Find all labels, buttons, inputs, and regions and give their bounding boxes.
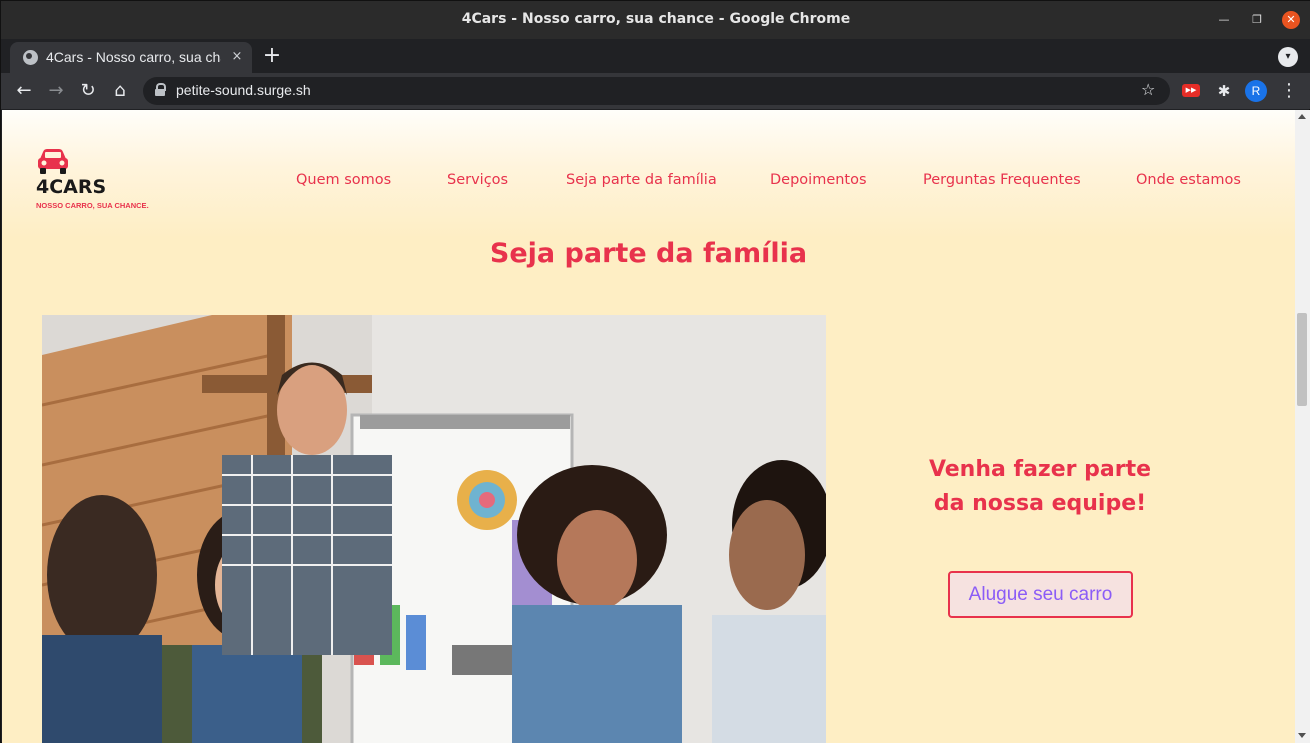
cta-heading-line1: Venha fazer parte xyxy=(928,457,1152,482)
logo-brand: 4CARS xyxy=(36,176,107,198)
cta-heading: Venha fazer parte da nossa equipe! xyxy=(890,453,1190,521)
globe-icon xyxy=(23,50,38,65)
lock-icon[interactable] xyxy=(155,83,166,97)
browser-toolbar: ← → ↻ ⌂ petite-sound.surge.sh ☆ ▶▶ ✱ R ⋮ xyxy=(1,73,1310,109)
nav-item-quem-somos[interactable]: Quem somos xyxy=(296,172,391,188)
youtube-extension-icon[interactable]: ▶▶ xyxy=(1182,84,1200,97)
rent-car-button[interactable]: Alugue seu carro xyxy=(948,571,1133,618)
url-text[interactable]: petite-sound.surge.sh xyxy=(176,82,311,98)
page-viewport: Seja parte da família 4CARS NOSSO CARRO,… xyxy=(2,110,1295,743)
extensions-puzzle-icon[interactable]: ✱ xyxy=(1213,80,1235,102)
browser-window: 4Cars - Nosso carro, sua chance - Google… xyxy=(0,0,1310,743)
forward-icon[interactable]: → xyxy=(45,80,67,102)
window-title: 4Cars - Nosso carro, sua chance - Google… xyxy=(461,11,851,27)
scroll-up-icon[interactable] xyxy=(1298,114,1306,119)
nav-item-seja-parte[interactable]: Seja parte da família xyxy=(566,172,717,188)
logo-tagline: NOSSO CARRO, SUA CHANCE. xyxy=(36,201,149,210)
nav-item-onde-estamos[interactable]: Onde estamos xyxy=(1136,172,1241,188)
page-scrollbar[interactable] xyxy=(1295,110,1310,743)
section-title: Seja parte da família xyxy=(2,238,1295,269)
close-icon[interactable]: ✕ xyxy=(1282,11,1300,29)
minimize-icon[interactable]: — xyxy=(1215,11,1233,29)
title-bar: 4Cars - Nosso carro, sua chance - Google… xyxy=(1,1,1310,39)
scrollbar-thumb[interactable] xyxy=(1297,313,1307,406)
home-icon[interactable]: ⌂ xyxy=(109,80,131,102)
nav-item-depoimentos[interactable]: Depoimentos xyxy=(770,172,867,188)
nav-item-perguntas[interactable]: Perguntas Frequentes xyxy=(923,172,1081,188)
browser-menu-icon[interactable]: ⋮ xyxy=(1280,80,1298,102)
back-icon[interactable]: ← xyxy=(13,80,35,102)
scroll-down-icon[interactable] xyxy=(1298,733,1306,738)
team-photo-illustration xyxy=(42,315,826,743)
profile-avatar[interactable]: R xyxy=(1245,80,1267,102)
car-icon xyxy=(38,149,68,174)
site-logo[interactable]: 4CARS NOSSO CARRO, SUA CHANCE. xyxy=(36,148,156,212)
reload-icon[interactable]: ↻ xyxy=(77,80,99,102)
nav-item-servicos[interactable]: Serviços xyxy=(447,172,508,188)
section-title-text: Seja parte da família xyxy=(489,238,808,269)
bookmark-star-icon[interactable]: ☆ xyxy=(1141,80,1155,99)
new-tab-button[interactable]: + xyxy=(259,44,285,70)
team-photo xyxy=(42,315,826,743)
site-header: 4CARS NOSSO CARRO, SUA CHANCE. Quem somo… xyxy=(2,110,1295,238)
tab-4cars[interactable]: 4Cars - Nosso carro, sua chance × xyxy=(10,42,252,73)
maximize-icon[interactable]: ❐ xyxy=(1248,11,1266,29)
cta-heading-line2: da nossa equipe! xyxy=(933,491,1147,516)
tab-close-icon[interactable]: × xyxy=(228,48,246,66)
tab-strip: 4Cars - Nosso carro, sua chance × + ▾ xyxy=(1,39,1310,73)
tab-title: 4Cars - Nosso carro, sua chance xyxy=(46,49,221,65)
address-bar[interactable]: petite-sound.surge.sh ☆ xyxy=(143,77,1170,105)
tab-search-icon[interactable]: ▾ xyxy=(1278,47,1298,67)
